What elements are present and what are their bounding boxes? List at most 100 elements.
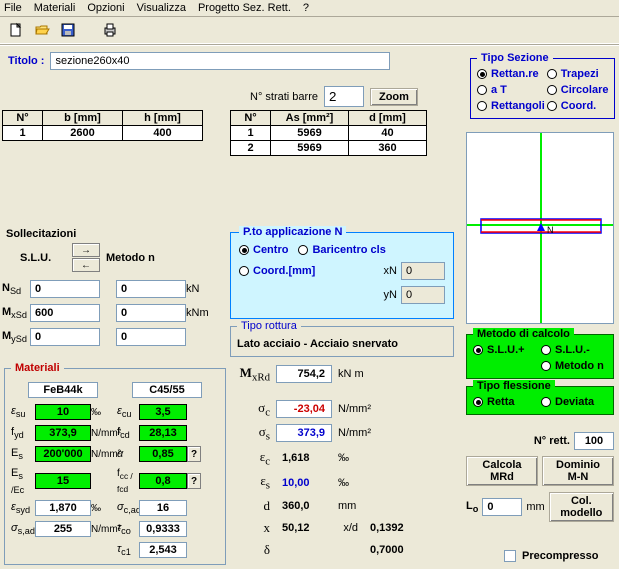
menu-help[interactable]: ? (303, 2, 309, 14)
radio-metodo-n[interactable]: Metodo n (541, 360, 607, 372)
esec-value[interactable]: 15 (35, 473, 91, 489)
menu-opzioni[interactable]: Opzioni (87, 2, 124, 14)
epss-value: 10,00 (276, 477, 332, 489)
load-inputs: NSd kN MxSd kNm MySd (2, 280, 216, 346)
strati-row: N° strati barre Zoom (250, 86, 418, 107)
tipo-rottura-group: Tipo rottura Lato acciaio - Acciaio sner… (230, 320, 454, 357)
xn-input[interactable] (401, 262, 445, 280)
sigs-unit: N/mm² (338, 427, 371, 439)
radio-baricentro[interactable]: Baricentro cls (298, 244, 385, 256)
menu-materiali[interactable]: Materiali (34, 2, 76, 14)
tco-label: τco (117, 522, 139, 536)
table-row[interactable]: 25969360 (231, 141, 427, 156)
menu-file[interactable]: File (4, 2, 22, 14)
title-label: Titolo : (8, 55, 44, 67)
eps-cu-value[interactable]: 3,5 (139, 404, 187, 420)
radio-retta[interactable]: Retta (473, 396, 539, 408)
title-input[interactable] (50, 52, 390, 70)
rottura-text: Lato acciaio - Acciaio snervato (237, 338, 447, 350)
radio-circolare[interactable]: Circolare (547, 84, 609, 96)
nsd2-input[interactable] (116, 280, 186, 298)
table-row[interactable]: 12600400 (3, 126, 203, 141)
nsd-label: NSd (2, 282, 30, 296)
tco-value[interactable]: 0,9333 (139, 521, 187, 537)
metodo-legend: Metodo di calcolo (473, 328, 574, 340)
dominio-button[interactable]: Dominio M-N (542, 456, 614, 486)
zoom-button[interactable]: Zoom (370, 88, 418, 106)
scadm-value[interactable]: 16 (139, 500, 187, 516)
lo-input[interactable] (482, 498, 522, 516)
arrow-right-button[interactable]: → (72, 243, 100, 257)
fcc-help-button[interactable]: ? (187, 473, 201, 489)
ssadm-unit: N/mm² (91, 524, 117, 535)
yn-input[interactable] (401, 286, 445, 304)
mysd2-input[interactable] (116, 328, 186, 346)
delta-label: δ (234, 542, 270, 558)
es-value[interactable]: 200'000 (35, 446, 91, 462)
tfless-legend: Tipo flessione (473, 380, 555, 392)
precompresso-checkbox[interactable] (504, 550, 516, 562)
mxrd-unit: kN m (338, 368, 364, 380)
pto-applicazione-group: P.to applicazione N Centro Baricentro cl… (230, 226, 454, 319)
save-icon[interactable] (58, 20, 78, 40)
table-row[interactable]: 1596940 (231, 126, 427, 141)
fcd-label: fcd (117, 426, 139, 440)
ssadm-value[interactable]: 255 (35, 521, 91, 537)
nsd-input[interactable] (30, 280, 100, 298)
menu-visualizza[interactable]: Visualizza (137, 2, 186, 14)
radio-trapezi[interactable]: Trapezi (547, 68, 609, 80)
steel-name[interactable]: FeB44k (28, 382, 98, 398)
alpha-value[interactable]: 0,85 (139, 446, 187, 462)
mxsd-label: MxSd (2, 306, 30, 320)
radio-at[interactable]: a T (477, 84, 545, 96)
x-value: 50,12 (276, 522, 322, 534)
new-icon[interactable] (6, 20, 26, 40)
precompresso-row: Precompresso (504, 550, 598, 562)
radio-centro[interactable]: Centro (239, 244, 288, 256)
lo-unit: mm (526, 501, 544, 513)
esyd-value[interactable]: 1,870 (35, 500, 91, 516)
alpha-help-button[interactable]: ? (187, 446, 201, 462)
d-value: 360,0 (276, 500, 332, 512)
tc1-value[interactable]: 2,543 (139, 542, 187, 558)
esyd-unit: ‰ (91, 503, 117, 514)
menubar: File Materiali Opzioni Visualizza Proget… (0, 0, 619, 17)
esec-label: Es /Ec (11, 467, 35, 495)
open-icon[interactable] (32, 20, 52, 40)
nrett-input[interactable] (574, 432, 614, 450)
fyd-value[interactable]: 373,9 (35, 425, 91, 441)
toolbar (0, 17, 619, 44)
radio-coord-mm[interactable]: Coord.[mm] (239, 265, 315, 277)
radio-rettangoli[interactable]: Rettangoli (477, 100, 545, 112)
radio-coord[interactable]: Coord. (547, 100, 609, 112)
metodo-calcolo-group: Metodo di calcolo S.L.U.+ S.L.U.- Metodo… (466, 328, 614, 379)
tipo-sezione-legend: Tipo Sezione (477, 52, 553, 64)
arrow-left-button[interactable]: ← (72, 258, 100, 272)
menu-progetto[interactable]: Progetto Sez. Rett. (198, 2, 291, 14)
eps-su-value[interactable]: 10 (35, 404, 91, 420)
mxsd-input[interactable] (30, 304, 100, 322)
mysd-label: MySd (2, 330, 30, 344)
esyd-label: εsyd (11, 501, 35, 515)
radio-deviata[interactable]: Deviata (541, 396, 607, 408)
strati-label: N° strati barre (250, 91, 318, 103)
radio-rettangolare[interactable]: Rettan.re (477, 68, 545, 80)
print-icon[interactable] (100, 20, 120, 40)
calcola-button[interactable]: Calcola MRd (466, 456, 538, 486)
metodon-label: Metodo n (106, 252, 155, 264)
fcd-value[interactable]: 28,13 (139, 425, 187, 441)
mxsd2-input[interactable] (116, 304, 186, 322)
colmodello-button[interactable]: Col. modello (549, 492, 614, 522)
mxrd-value: 754,2 (276, 365, 332, 383)
concrete-name[interactable]: C45/55 (132, 382, 202, 398)
eps-su-unit: ‰ (91, 407, 117, 418)
mxrd-label: MxRd (234, 365, 270, 384)
fcc-value[interactable]: 0,8 (139, 473, 187, 489)
d-unit: mm (338, 500, 356, 512)
es-unit: N/mm² (91, 449, 117, 460)
strati-input[interactable] (324, 86, 364, 107)
radio-slu-minus[interactable]: S.L.U.- (541, 344, 607, 356)
xn-label: xN (384, 265, 397, 277)
radio-slu-plus[interactable]: S.L.U.+ (473, 344, 539, 356)
mysd-input[interactable] (30, 328, 100, 346)
